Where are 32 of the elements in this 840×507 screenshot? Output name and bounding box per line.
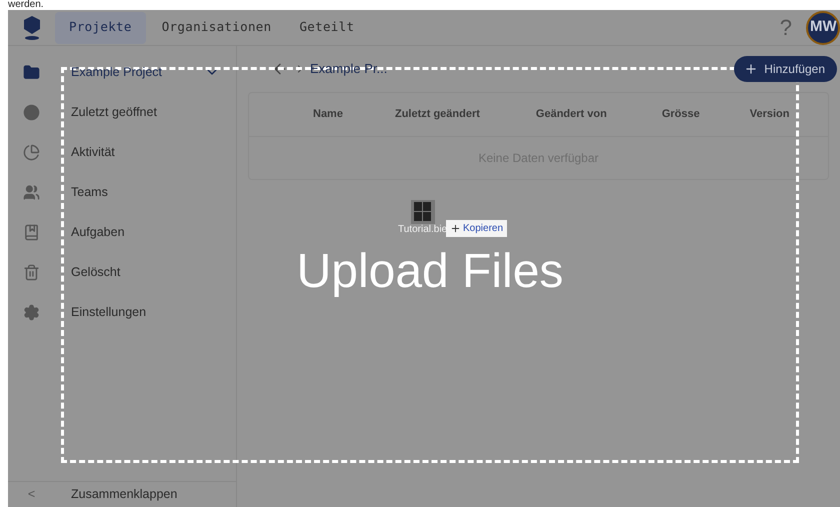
plus-icon — [744, 62, 758, 76]
sidebar-item[interactable]: Aufgaben — [8, 212, 236, 252]
column-header: Grösse — [662, 107, 700, 122]
cube-logo-icon — [22, 14, 40, 40]
add-button[interactable]: Hinzufügen — [734, 56, 837, 82]
bookmark-icon — [23, 224, 40, 240]
sidebar-item[interactable]: Aktivität — [8, 132, 236, 172]
sidebar-item[interactable]: Zuletzt geöffnet — [8, 92, 236, 132]
people-icon — [23, 184, 40, 200]
column-header: Version — [750, 107, 790, 122]
sidebar-item[interactable]: Teams — [8, 172, 236, 212]
sidebar-item[interactable]: Gelöscht — [8, 252, 236, 292]
copy-badge: Kopieren — [446, 220, 508, 237]
settings-icon — [23, 304, 40, 320]
column-header: Name — [313, 107, 343, 122]
trash-icon — [23, 264, 40, 280]
folder-icon — [23, 64, 40, 80]
plus-icon — [450, 223, 461, 234]
user-avatar[interactable]: MW — [806, 10, 840, 44]
column-header: Geändert von — [536, 107, 607, 122]
nav-tab[interactable]: Projekte — [55, 12, 146, 44]
column-header: Zuletzt geändert — [394, 107, 480, 122]
back-arrow-icon[interactable] — [272, 61, 288, 77]
nav-tab[interactable]: Organisationen — [150, 12, 284, 44]
nav-tab[interactable]: Geteilt — [287, 12, 366, 44]
pie-chart-icon — [23, 144, 40, 160]
sidebar-item[interactable]: Einstellungen — [8, 292, 236, 332]
collapse-button[interactable]: < Zusammenklappen — [8, 481, 236, 507]
help-icon[interactable]: ? — [780, 11, 792, 44]
file-icon — [410, 200, 435, 224]
page-text: werden. — [8, 0, 44, 10]
upload-title: Upload Files — [296, 248, 564, 296]
